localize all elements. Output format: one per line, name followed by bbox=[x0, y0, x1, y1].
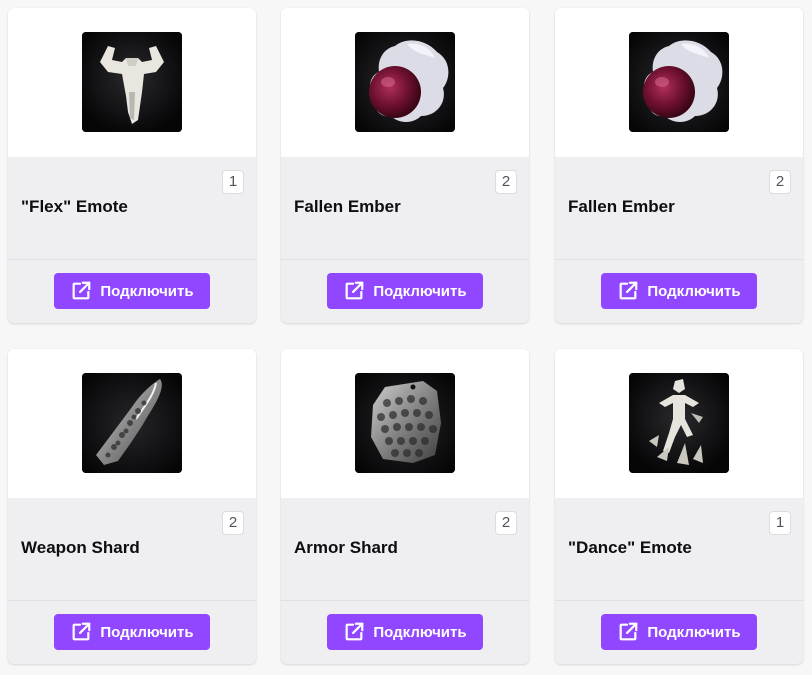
drop-title: Fallen Ember bbox=[568, 197, 675, 216]
external-link-icon bbox=[345, 622, 364, 641]
external-link-icon bbox=[619, 622, 638, 641]
drop-thumbnail-area bbox=[8, 349, 256, 498]
drop-thumbnail-area bbox=[281, 8, 529, 157]
flex-emote-icon bbox=[82, 32, 182, 132]
external-link-icon bbox=[72, 281, 91, 300]
connect-button[interactable]: Подключить bbox=[601, 273, 757, 309]
fallen-ember-icon bbox=[629, 32, 729, 132]
connect-button-label: Подключить bbox=[647, 282, 741, 300]
connect-button-label: Подключить bbox=[647, 623, 741, 641]
drop-title: Weapon Shard bbox=[21, 538, 140, 557]
connect-button[interactable]: Подключить bbox=[54, 614, 210, 650]
armor-shard-icon bbox=[355, 373, 455, 473]
divider bbox=[555, 600, 803, 601]
external-link-icon bbox=[345, 281, 364, 300]
connect-button-label: Подключить bbox=[373, 623, 467, 641]
drop-title: Armor Shard bbox=[294, 538, 398, 557]
drop-thumbnail-area bbox=[555, 349, 803, 498]
connect-button[interactable]: Подключить bbox=[327, 273, 483, 309]
drop-thumbnail-area bbox=[8, 8, 256, 157]
fallen-ember-icon bbox=[355, 32, 455, 132]
connect-button[interactable]: Подключить bbox=[601, 614, 757, 650]
quantity-badge: 2 bbox=[495, 170, 517, 194]
drop-card: 2 Armor Shard Подключить bbox=[281, 349, 529, 664]
drop-card: 2 Fallen Ember Подключить bbox=[281, 8, 529, 323]
quantity-badge: 2 bbox=[769, 170, 791, 194]
drop-title: "Dance" Emote bbox=[568, 538, 692, 557]
external-link-icon bbox=[72, 622, 91, 641]
connect-button[interactable]: Подключить bbox=[327, 614, 483, 650]
weapon-shard-icon bbox=[82, 373, 182, 473]
external-link-icon bbox=[619, 281, 638, 300]
dance-emote-icon bbox=[629, 373, 729, 473]
drop-card: 1 "Dance" Emote Подключить bbox=[555, 349, 803, 664]
connect-button-label: Подключить bbox=[100, 623, 194, 641]
drop-card: 2 Fallen Ember Подключить bbox=[555, 8, 803, 323]
divider bbox=[281, 600, 529, 601]
divider bbox=[8, 600, 256, 601]
quantity-badge: 2 bbox=[222, 511, 244, 535]
drops-grid: 1 "Flex" Emote Подключить 2 Fallen Ember… bbox=[0, 0, 812, 675]
quantity-badge: 2 bbox=[495, 511, 517, 535]
connect-button-label: Подключить bbox=[100, 282, 194, 300]
divider bbox=[555, 259, 803, 260]
drop-title: "Flex" Emote bbox=[21, 197, 128, 216]
divider bbox=[8, 259, 256, 260]
divider bbox=[281, 259, 529, 260]
quantity-badge: 1 bbox=[222, 170, 244, 194]
drop-card: 1 "Flex" Emote Подключить bbox=[8, 8, 256, 323]
quantity-badge: 1 bbox=[769, 511, 791, 535]
drop-title: Fallen Ember bbox=[294, 197, 401, 216]
drop-thumbnail-area bbox=[555, 8, 803, 157]
connect-button-label: Подключить bbox=[373, 282, 467, 300]
connect-button[interactable]: Подключить bbox=[54, 273, 210, 309]
drop-thumbnail-area bbox=[281, 349, 529, 498]
drop-card: 2 Weapon Shard Подключить bbox=[8, 349, 256, 664]
